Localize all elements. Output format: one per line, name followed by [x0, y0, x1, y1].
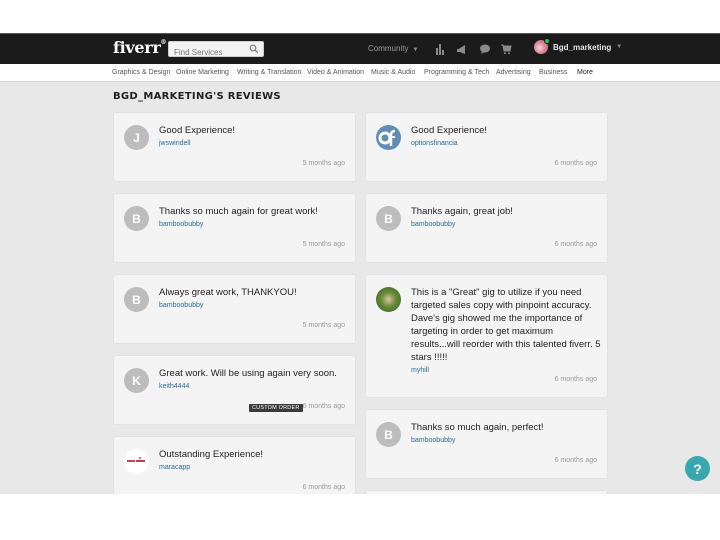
- avatar[interactable]: [124, 449, 149, 474]
- browser-viewport: fiverr® Community▼ Bgd_marketing ▼ Graph…: [0, 33, 720, 494]
- top-header: fiverr® Community▼ Bgd_marketing ▼: [0, 33, 720, 64]
- review-time: 6 months ago: [554, 376, 597, 383]
- review-author-link[interactable]: bamboobubby: [159, 301, 349, 311]
- avatar[interactable]: K: [124, 368, 149, 393]
- category-music-audio[interactable]: Music & Audio: [371, 69, 415, 76]
- review-time: 5 months ago: [302, 160, 345, 167]
- review-author-link[interactable]: jwswindell: [159, 139, 349, 149]
- review-time: 6 months ago: [302, 403, 345, 410]
- search-box: [168, 41, 264, 60]
- review-text: Always great work, THANKYOU!: [159, 287, 297, 298]
- review-card: B Thanks so much again, perfect! bamboobu…: [366, 410, 607, 478]
- username: Bgd_marketing: [553, 42, 612, 52]
- search-icon[interactable]: [249, 44, 259, 54]
- online-status-icon: [544, 38, 550, 44]
- maracapp-logo-icon: [127, 456, 145, 462]
- review-card: [366, 491, 607, 494]
- review-card: Outstanding Experience! maracapp 6 months…: [114, 437, 355, 494]
- megaphone-icon[interactable]: [456, 43, 468, 55]
- category-nav: Graphics & Design Online Marketing Writi…: [0, 64, 720, 82]
- review-card: B Thanks again, great job! bamboobubby 6 …: [366, 194, 607, 262]
- search-input[interactable]: [169, 45, 249, 60]
- logo-mark: ®: [160, 39, 167, 46]
- review-text: Thanks so much again, perfect!: [411, 422, 544, 433]
- review-card: K Great work. Will be using again very s…: [114, 356, 355, 424]
- chevron-down-icon: ▼: [616, 44, 623, 50]
- review-card: Good Experience! optionsfinancia 6 months…: [366, 113, 607, 181]
- category-advertising[interactable]: Advertising: [496, 69, 531, 76]
- review-text: This is a "Great" gig to utilize if you …: [411, 287, 601, 363]
- review-time: 6 months ago: [302, 484, 345, 491]
- category-more[interactable]: More: [577, 69, 593, 76]
- review-author-link[interactable]: maracapp: [159, 463, 349, 473]
- review-time: 5 months ago: [302, 322, 345, 329]
- user-menu[interactable]: Bgd_marketing ▼: [534, 38, 623, 54]
- avatar[interactable]: [376, 287, 401, 312]
- category-online-marketing[interactable]: Online Marketing: [176, 69, 229, 76]
- custom-order-badge: CUSTOM ORDER: [249, 404, 303, 412]
- category-business[interactable]: Business: [539, 69, 567, 76]
- avatar[interactable]: [376, 125, 401, 150]
- review-author-link[interactable]: bamboobubby: [411, 436, 601, 446]
- review-card: B Thanks so much again for great work! ba…: [114, 194, 355, 262]
- review-time: 6 months ago: [554, 241, 597, 248]
- community-label: Community: [368, 44, 409, 53]
- optionsfinancia-logo-icon: [378, 129, 396, 146]
- review-time: 6 months ago: [554, 160, 597, 167]
- cart-icon[interactable]: [500, 43, 512, 55]
- review-author-link[interactable]: optionsfinancia: [411, 139, 601, 149]
- review-text: Thanks again, great job!: [411, 206, 513, 217]
- category-programming-tech[interactable]: Programming & Tech: [424, 69, 489, 76]
- review-author-link[interactable]: keith4444: [159, 382, 349, 392]
- review-text: Thanks so much again for great work!: [159, 206, 318, 217]
- chevron-down-icon: ▼: [412, 47, 419, 53]
- category-graphics-design[interactable]: Graphics & Design: [112, 69, 170, 76]
- avatar[interactable]: B: [376, 206, 401, 231]
- bar-chart-icon[interactable]: [434, 43, 446, 55]
- category-writing-translation[interactable]: Writing & Translation: [237, 69, 301, 76]
- page-title: BGD_MARKETING'S REVIEWS: [113, 91, 281, 102]
- avatar[interactable]: B: [124, 287, 149, 312]
- avatar[interactable]: J: [124, 125, 149, 150]
- help-button[interactable]: ?: [685, 456, 710, 481]
- review-text: Outstanding Experience!: [159, 449, 264, 460]
- review-card: This is a "Great" gig to utilize if you …: [366, 275, 607, 397]
- community-menu[interactable]: Community ▼: [368, 44, 418, 53]
- review-card: J Good Experience! jwswindell 5 months ag…: [114, 113, 355, 181]
- review-time: 5 months ago: [302, 241, 345, 248]
- avatar[interactable]: B: [124, 206, 149, 231]
- review-author-link[interactable]: myhill: [411, 366, 601, 376]
- chat-bubble-icon[interactable]: [479, 43, 491, 55]
- user-avatar: [534, 38, 550, 54]
- review-time: 6 months ago: [554, 457, 597, 464]
- review-text: Good Experience!: [411, 125, 488, 136]
- category-video-animation[interactable]: Video & Animation: [307, 69, 364, 76]
- fiverr-logo[interactable]: fiverr®: [113, 38, 166, 57]
- review-text: Good Experience!: [159, 125, 236, 136]
- avatar[interactable]: B: [376, 422, 401, 447]
- review-author-link[interactable]: bamboobubby: [159, 220, 349, 230]
- review-text: Great work. Will be using again very soo…: [159, 368, 337, 379]
- review-author-link[interactable]: bamboobubby: [411, 220, 601, 230]
- review-card: B Always great work, THANKYOU! bamboobubb…: [114, 275, 355, 343]
- logo-text: fiverr: [113, 38, 161, 57]
